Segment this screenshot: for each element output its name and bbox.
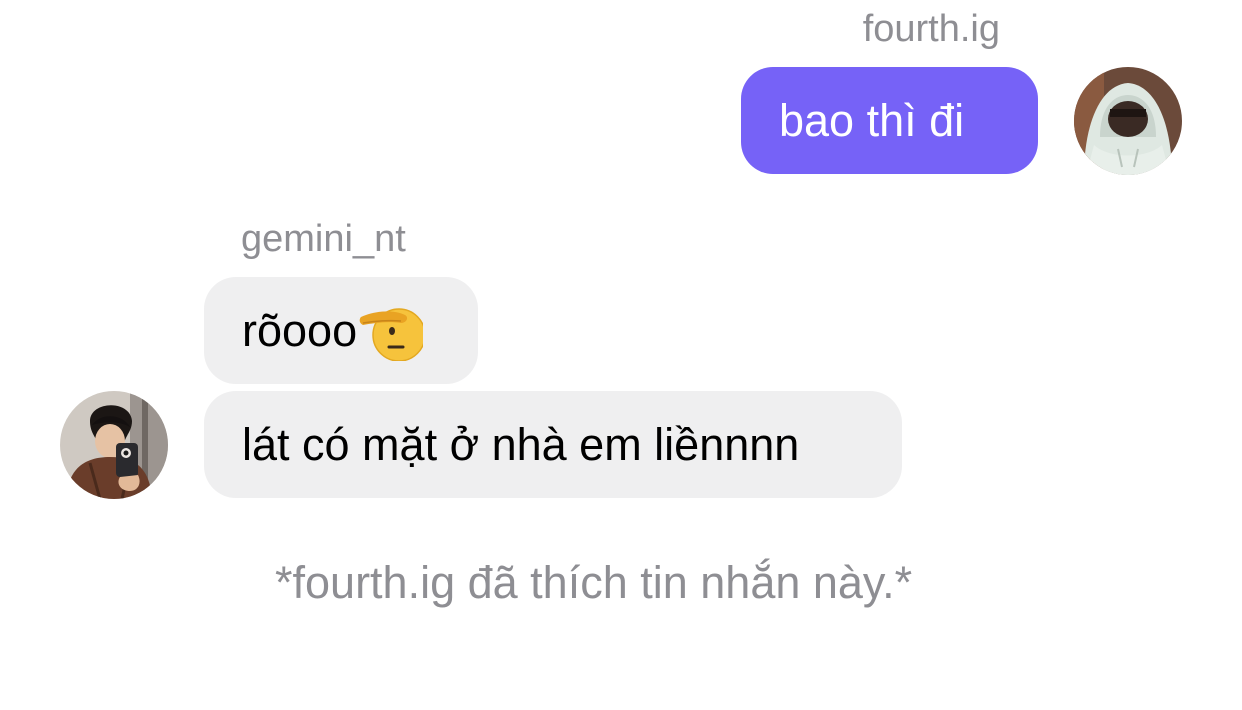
message-text: lát có mặt ở nhà em liềnnnn bbox=[242, 419, 800, 470]
avatar-mirror-selfie-icon bbox=[60, 391, 168, 499]
sender-name-outgoing: fourth.ig bbox=[862, 8, 1000, 50]
message-bubble-outgoing[interactable]: bao thì đi bbox=[741, 67, 1038, 174]
message-text: rõooo bbox=[242, 305, 358, 356]
message-bubble-incoming-2[interactable]: lát có mặt ở nhà em liềnnnn bbox=[204, 391, 902, 498]
message-text: bao thì đi bbox=[779, 95, 965, 146]
reaction-notice: *fourth.ig đã thích tin nhắn này.* bbox=[275, 557, 913, 608]
avatar-hoodie-icon bbox=[1074, 67, 1182, 175]
saluting-face-emoji bbox=[359, 301, 424, 361]
avatar-outgoing[interactable] bbox=[1074, 67, 1182, 175]
sender-name-incoming: gemini_nt bbox=[241, 218, 406, 260]
message-bubble-incoming-1[interactable]: rõooo bbox=[204, 277, 478, 384]
avatar-incoming[interactable] bbox=[60, 391, 168, 499]
